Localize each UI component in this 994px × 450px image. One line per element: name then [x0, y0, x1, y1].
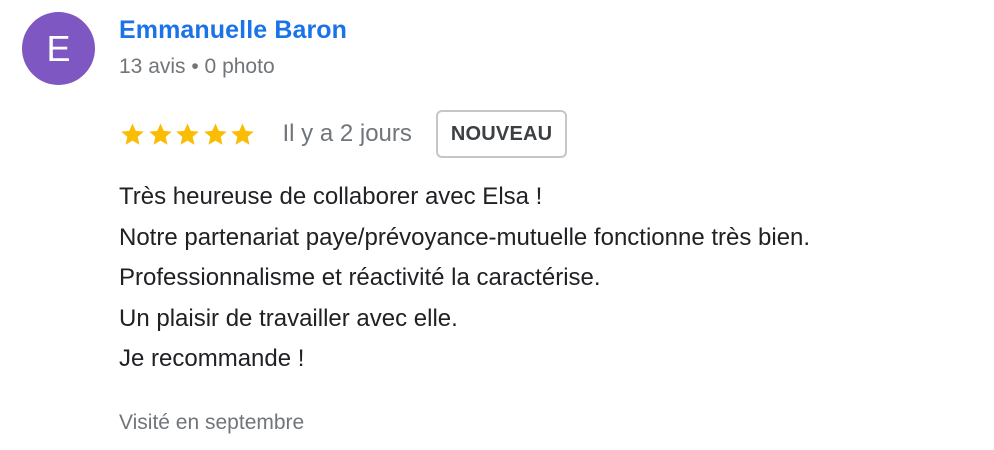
review-line: Je recommande ! — [119, 345, 305, 372]
review-line: Très heureuse de collaborer avec Elsa ! — [119, 183, 543, 210]
star-icon — [119, 121, 146, 148]
avatar[interactable]: E — [22, 12, 95, 85]
review-card: E Emmanuelle Baron 13 avis • 0 photo Il … — [0, 0, 994, 450]
star-rating — [119, 121, 257, 148]
review-line: Notre partenariat paye/prévoyance-mutuel… — [119, 223, 811, 251]
new-badge: NOUVEAU — [435, 110, 568, 158]
review-text: Très heureuse de collaborer avec Elsa ! … — [119, 177, 810, 380]
star-icon — [174, 121, 201, 148]
visit-date: Visité en septembre — [119, 411, 305, 434]
review-line: Un plaisir de travailler avec elle. — [119, 304, 458, 332]
star-icon — [202, 121, 229, 148]
review-line: Professionnalisme et réactivité la carac… — [119, 264, 601, 291]
author-name-link[interactable]: Emmanuelle Baron — [119, 16, 347, 45]
star-icon — [147, 121, 174, 148]
review-time: Il y a 2 jours — [282, 120, 412, 147]
author-meta: 13 avis • 0 photo — [119, 55, 275, 78]
avatar-initial: E — [46, 27, 71, 69]
rating-row: Il y a 2 jours NOUVEAU — [119, 110, 568, 158]
star-icon — [229, 121, 256, 148]
